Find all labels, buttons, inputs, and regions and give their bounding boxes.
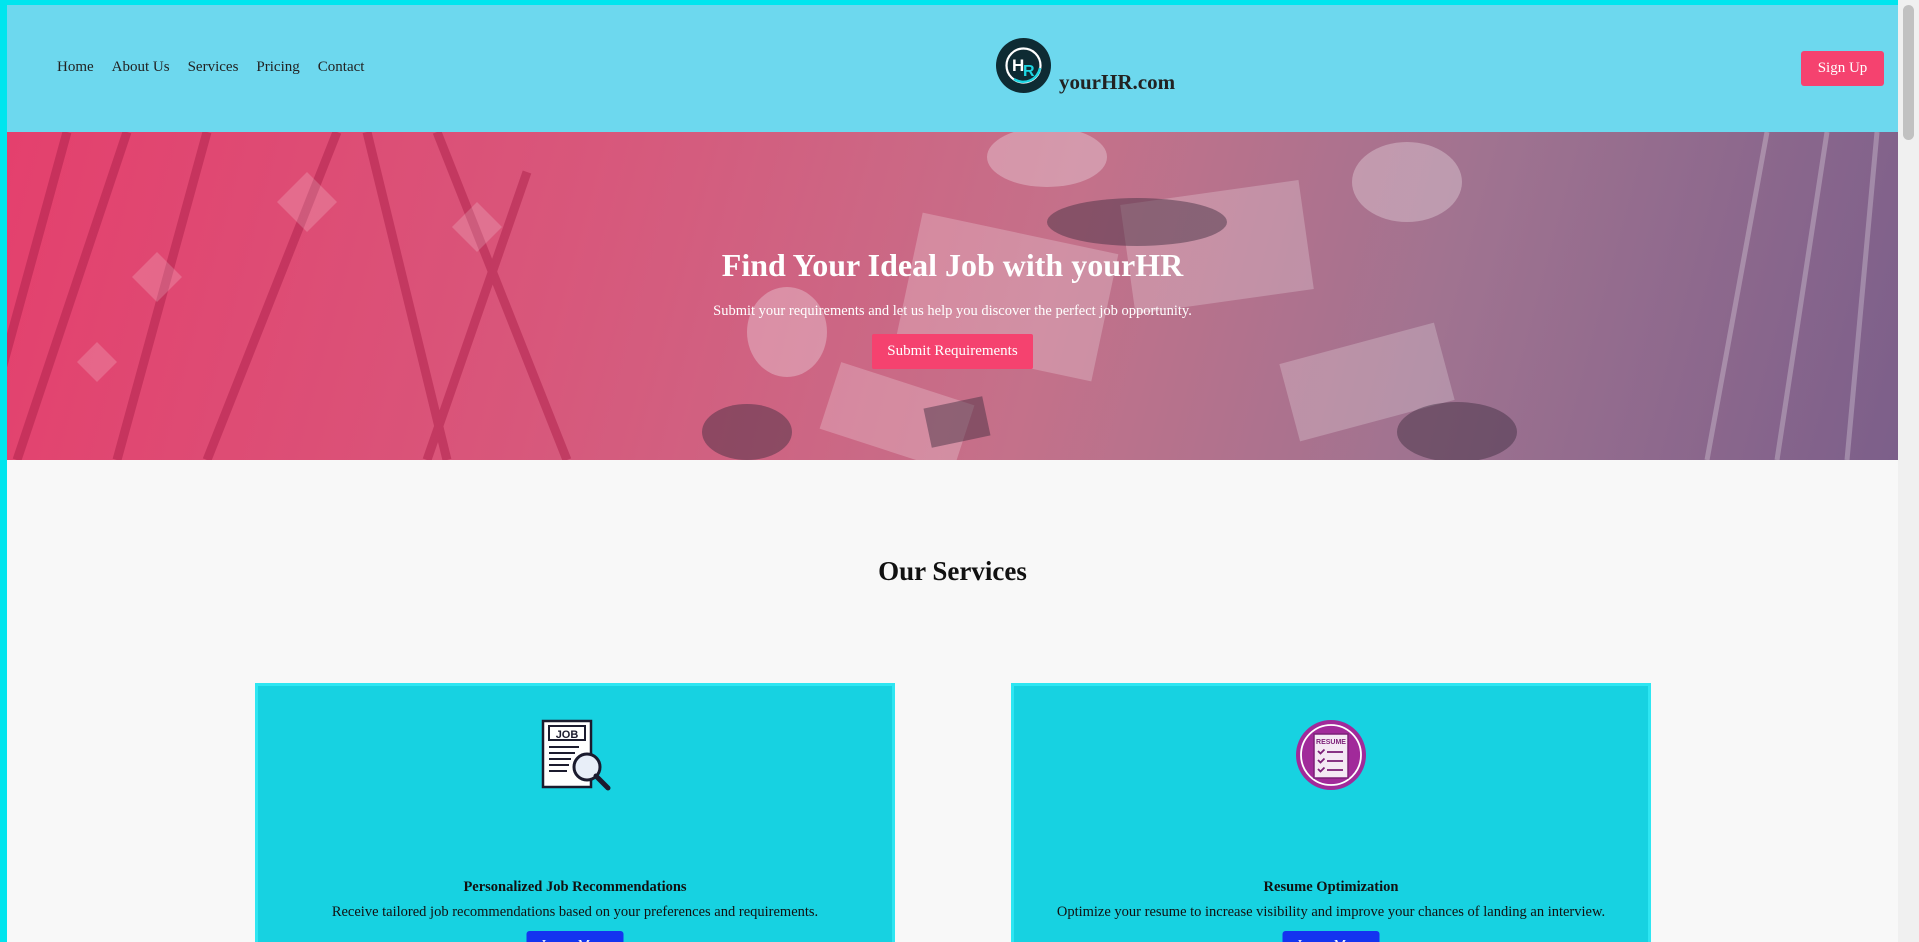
hero-title: Find Your Ideal Job with yourHR <box>721 247 1184 283</box>
nav-home-link[interactable]: Home <box>57 59 94 76</box>
hero-subtitle: Submit your requirements and let us help… <box>713 303 1192 319</box>
page-frame: Home About Us Services Pricing Contact H… <box>7 5 1898 942</box>
learn-more-button[interactable]: Learn More <box>1282 931 1380 942</box>
services-heading: Our Services <box>878 556 1027 586</box>
svg-text:JOB: JOB <box>556 729 579 741</box>
nav-pricing-link[interactable]: Pricing <box>256 59 299 76</box>
nav-services-link[interactable]: Services <box>188 59 239 76</box>
card-description: Receive tailored job recommendations bas… <box>331 904 819 920</box>
svg-text:RESUME: RESUME <box>1316 739 1346 746</box>
brand-name: yourHR.com <box>1059 70 1176 94</box>
hero-banner: Find Your Ideal Job with yourHR Submit y… <box>7 132 1898 460</box>
job-search-icon: JOB <box>539 719 611 796</box>
nav-about-link[interactable]: About Us <box>112 59 170 76</box>
card-title: Resume Optimization <box>1263 879 1399 895</box>
sign-up-button[interactable]: Sign Up <box>1801 51 1884 86</box>
service-card-resume-optimization: RESUME Resume Optimization Optimize your… <box>1011 683 1651 942</box>
service-card-job-recommendations: JOB Personalized Job Recommendations Rec… <box>255 683 895 942</box>
brand-logo[interactable]: H R yourHR.com <box>996 38 1176 94</box>
submit-requirements-button[interactable]: Submit Requirements <box>872 334 1033 369</box>
main-nav: Home About Us Services Pricing Contact <box>57 59 364 76</box>
nav-contact-link[interactable]: Contact <box>318 59 365 76</box>
card-description: Optimize your resume to increase visibil… <box>1056 904 1606 920</box>
hero-content: Find Your Ideal Job with yourHR Submit y… <box>7 132 1898 460</box>
site-header: Home About Us Services Pricing Contact H… <box>7 5 1898 132</box>
scrollbar-thumb[interactable] <box>1903 5 1914 140</box>
svg-text:R: R <box>1023 63 1035 80</box>
card-title: Personalized Job Recommendations <box>463 879 687 895</box>
hr-logo-icon: H R <box>996 38 1051 93</box>
learn-more-button[interactable]: Learn More <box>526 931 624 942</box>
resume-icon: RESUME <box>1295 719 1367 796</box>
page-scrollbar[interactable] <box>1898 0 1919 942</box>
